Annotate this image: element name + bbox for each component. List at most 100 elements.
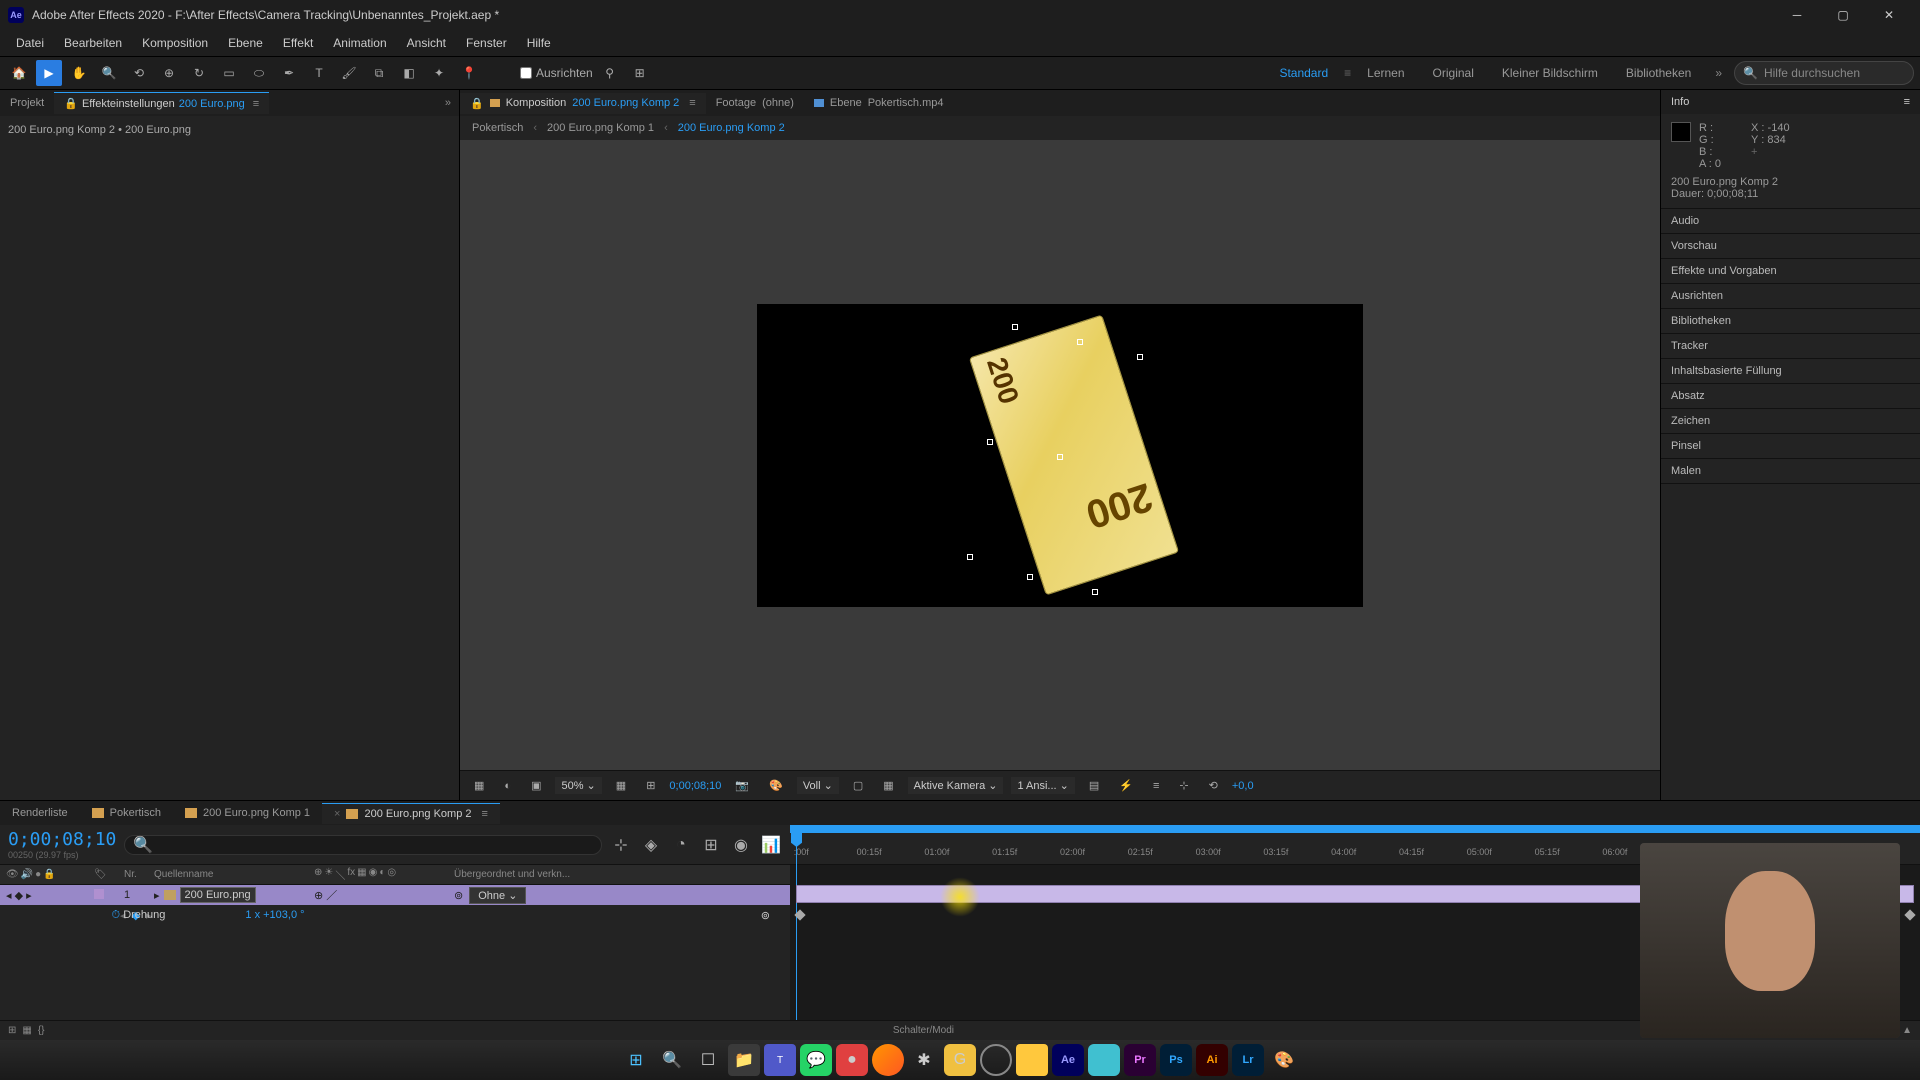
panel-menu-icon[interactable]: ≡ xyxy=(482,808,488,820)
panel-menu-icon[interactable]: ≡ xyxy=(689,97,695,109)
layer-banknote[interactable] xyxy=(969,314,1179,595)
selection-handle[interactable] xyxy=(987,439,993,445)
firefox-icon[interactable] xyxy=(872,1044,904,1076)
menu-komposition[interactable]: Komposition xyxy=(132,32,218,54)
premiere-icon[interactable]: Pr xyxy=(1124,1044,1156,1076)
viewer-tab-footage[interactable]: Footage (ohne) xyxy=(706,93,804,113)
orbit-tool[interactable]: ⟲ xyxy=(126,60,152,86)
hand-tool[interactable]: ✋ xyxy=(66,60,92,86)
zoom-dropdown[interactable]: 50% ⌄ xyxy=(555,777,601,794)
menu-effekt[interactable]: Effekt xyxy=(273,32,323,54)
chevron-left-icon[interactable]: ‹ xyxy=(533,122,537,134)
folder-icon[interactable] xyxy=(1016,1044,1048,1076)
chevron-left-icon[interactable]: ‹ xyxy=(664,122,668,134)
clone-tool[interactable]: ⧉ xyxy=(366,60,392,86)
pixel-aspect-icon[interactable]: ▤ xyxy=(1083,777,1105,794)
puppet-tool[interactable]: 📍 xyxy=(456,60,482,86)
selection-handle[interactable] xyxy=(1027,574,1033,580)
menu-fenster[interactable]: Fenster xyxy=(456,32,517,54)
illustrator-icon[interactable]: Ai xyxy=(1196,1044,1228,1076)
graph-editor-icon[interactable]: 📊 xyxy=(760,834,782,856)
keyframe[interactable] xyxy=(1904,909,1915,920)
selection-handle[interactable] xyxy=(967,554,973,560)
snap-shape-tool[interactable]: ⊞ xyxy=(627,60,653,86)
ellipse-tool[interactable]: ⬭ xyxy=(246,60,272,86)
workspace-kleiner[interactable]: Kleiner Bildschirm xyxy=(1490,62,1610,84)
resolution-icon[interactable]: ⊞ xyxy=(640,777,661,794)
timeline-tab-renderliste[interactable]: Renderliste xyxy=(0,803,80,823)
panel-audio[interactable]: Audio xyxy=(1661,209,1920,234)
menu-animation[interactable]: Animation xyxy=(323,32,396,54)
selection-handle[interactable] xyxy=(1092,589,1098,595)
panel-absatz[interactable]: Absatz xyxy=(1661,384,1920,409)
search-button[interactable]: 🔍 xyxy=(656,1044,688,1076)
crumb-komp1[interactable]: 200 Euro.png Komp 1 xyxy=(547,122,654,134)
pan-behind-tool[interactable]: ⊕ xyxy=(156,60,182,86)
crumb-pokertisch[interactable]: Pokertisch xyxy=(472,122,523,134)
region-icon[interactable]: ▢ xyxy=(847,777,869,794)
photoshop-icon[interactable]: Ps xyxy=(1160,1044,1192,1076)
keyframe-nav-next-icon[interactable]: ▸ xyxy=(26,890,32,902)
text-tool[interactable]: T xyxy=(306,60,332,86)
app-icon-misc[interactable]: 🎨 xyxy=(1268,1044,1300,1076)
pickwhip-icon[interactable]: ⊚ xyxy=(761,909,770,922)
obs-icon[interactable] xyxy=(980,1044,1012,1076)
align-checkbox[interactable] xyxy=(520,67,532,79)
toggle-inout-icon[interactable]: {} xyxy=(38,1025,45,1036)
lock-icon[interactable]: 🔒 xyxy=(43,869,55,880)
property-row-drehung[interactable]: ◂ ◆ ▸ ⏱ Drehung 1 x +103,0 ° ⊚ xyxy=(0,905,790,925)
timeline-tab-komp1[interactable]: 200 Euro.png Komp 1 xyxy=(173,803,322,823)
panel-effekte[interactable]: Effekte und Vorgaben xyxy=(1661,259,1920,284)
channel-icon[interactable]: ▦ xyxy=(610,777,632,794)
teams-icon[interactable]: T xyxy=(764,1044,796,1076)
reset-exposure-icon[interactable]: ⟲ xyxy=(1203,777,1224,794)
close-button[interactable]: ✕ xyxy=(1866,0,1912,30)
zoom-tool[interactable]: 🔍 xyxy=(96,60,122,86)
workspace-lernen[interactable]: Lernen xyxy=(1355,62,1416,84)
panel-tracker[interactable]: Tracker xyxy=(1661,334,1920,359)
keyframe-nav-prev-icon[interactable]: ◂ xyxy=(6,890,12,902)
shy-icon[interactable]: ◔ xyxy=(670,834,692,856)
views-dropdown[interactable]: 1 Ansi... ⌄ xyxy=(1011,777,1074,794)
snapshot-icon[interactable]: 📷 xyxy=(729,777,755,794)
home-tool[interactable]: 🏠 xyxy=(6,60,32,86)
panel-fuellung[interactable]: Inhaltsbasierte Füllung xyxy=(1661,359,1920,384)
rect-tool[interactable]: ▭ xyxy=(216,60,242,86)
label-icon[interactable]: 🏷 xyxy=(94,869,107,880)
app-icon-red[interactable]: ● xyxy=(836,1044,868,1076)
panel-menu-icon[interactable]: ≡ xyxy=(1904,96,1910,108)
panel-ausrichten[interactable]: Ausrichten xyxy=(1661,284,1920,309)
help-search[interactable]: 🔍 Hilfe durchsuchen xyxy=(1734,61,1914,85)
eye-icon[interactable]: 👁 xyxy=(6,869,19,880)
panel-vorschau[interactable]: Vorschau xyxy=(1661,234,1920,259)
timeline-search[interactable]: 🔍 xyxy=(124,835,602,855)
aftereffects-icon[interactable]: Ae xyxy=(1052,1044,1084,1076)
maximize-button[interactable]: ▢ xyxy=(1820,0,1866,30)
panel-pinsel[interactable]: Pinsel xyxy=(1661,434,1920,459)
layer-row-1[interactable]: ◂ ◆ ▸ 1 ▸ 200 Euro.png ⊕ ／ ⊚ Ohne ⌄ xyxy=(0,885,790,905)
workspace-overflow[interactable]: » xyxy=(1707,66,1730,80)
panel-bibliotheken[interactable]: Bibliotheken xyxy=(1661,309,1920,334)
flowchart-icon[interactable]: ⊹ xyxy=(1173,777,1194,794)
eraser-tool[interactable]: ◧ xyxy=(396,60,422,86)
motion-blur-icon[interactable]: ◉ xyxy=(730,834,752,856)
playhead[interactable] xyxy=(796,825,797,1020)
app-icon-yellow[interactable]: G xyxy=(944,1044,976,1076)
timeline-tab-komp2[interactable]: ×200 Euro.png Komp 2≡ xyxy=(322,803,500,824)
tab-effekteinstellungen[interactable]: 🔒 Effekteinstellungen 200 Euro.png ≡ xyxy=(54,92,269,114)
app-icon-dark[interactable]: ✱ xyxy=(908,1044,940,1076)
start-button[interactable]: ⊞ xyxy=(620,1044,652,1076)
toggle-modes-icon[interactable]: ▦ xyxy=(22,1025,31,1036)
viewer-timecode[interactable]: 0;00;08;10 xyxy=(669,780,721,792)
panel-overflow[interactable]: » xyxy=(437,97,459,109)
viewer-tab-ebene[interactable]: Ebene Pokertisch.mp4 xyxy=(804,93,954,113)
keyframe-toggle-icon[interactable]: ◆ xyxy=(15,890,23,902)
workspace-bibliotheken[interactable]: Bibliotheken xyxy=(1614,62,1703,84)
mask-icon[interactable]: ▣ xyxy=(525,777,547,794)
toggle-alpha-icon[interactable]: ◐ xyxy=(498,778,517,794)
menu-ebene[interactable]: Ebene xyxy=(218,32,273,54)
app-icon-teal[interactable] xyxy=(1088,1044,1120,1076)
panel-zeichen[interactable]: Zeichen xyxy=(1661,409,1920,434)
selection-handle[interactable] xyxy=(1137,354,1143,360)
crumb-komp2[interactable]: 200 Euro.png Komp 2 xyxy=(678,122,785,134)
